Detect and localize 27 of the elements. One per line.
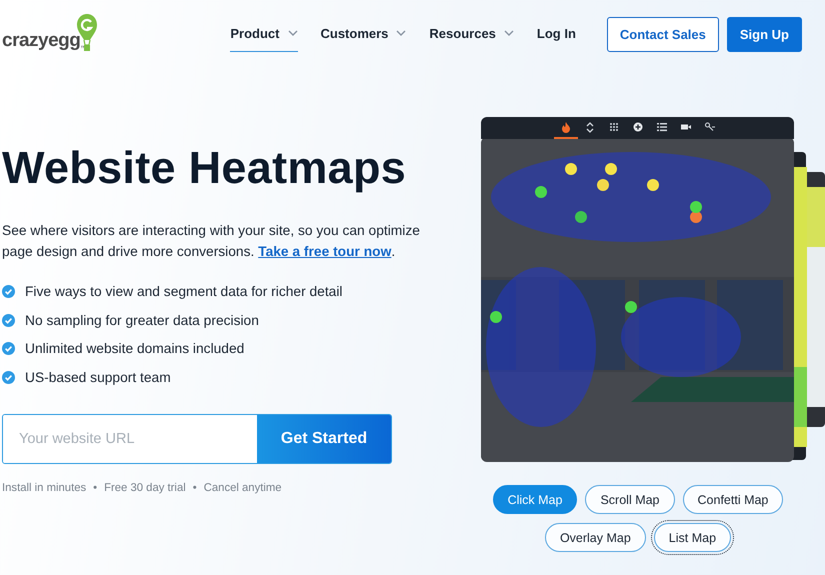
signup-note: Install in minutes <box>2 482 86 494</box>
feature-text: Five ways to view and segment data for richer detail <box>25 283 342 301</box>
caret-icon <box>288 30 298 36</box>
separator-dot: • <box>93 482 98 494</box>
map-type-button[interactable]: List Map <box>650 520 734 555</box>
signup-note: Cancel anytime <box>204 482 282 494</box>
nav-link[interactable]: Product <box>230 16 298 52</box>
sign-up-button[interactable]: Sign Up <box>726 16 802 52</box>
nav-link[interactable]: Customers <box>320 16 406 52</box>
tour-link[interactable]: Take a free tour now <box>258 244 392 259</box>
caret-icon <box>396 30 406 36</box>
check-icon <box>2 342 15 355</box>
nav-link[interactable]: Resources <box>429 16 514 52</box>
feature-text: No sampling for greater data precision <box>25 312 259 330</box>
hero-description: See where visitors are interacting with your site, so you can optimize page design and drive more conversions. Take a free tour now. <box>2 222 421 261</box>
signup-note: Free 30 day trial <box>104 482 186 494</box>
check-icon <box>2 285 15 298</box>
check-icon <box>2 370 15 384</box>
caret-icon <box>504 30 514 36</box>
feature-text: US-based support team <box>25 368 171 386</box>
check-icon <box>2 314 15 326</box>
feature-text: Unlimited website domains included <box>25 340 244 358</box>
page-heading: Website Heatmaps <box>2 145 408 190</box>
separator-dot: • <box>192 482 197 494</box>
contact-sales-button[interactable]: Contact Sales <box>606 16 719 52</box>
logo-wordmark[interactable]: crazyegg <box>2 31 80 50</box>
nav-link[interactable]: Log In <box>536 16 576 52</box>
